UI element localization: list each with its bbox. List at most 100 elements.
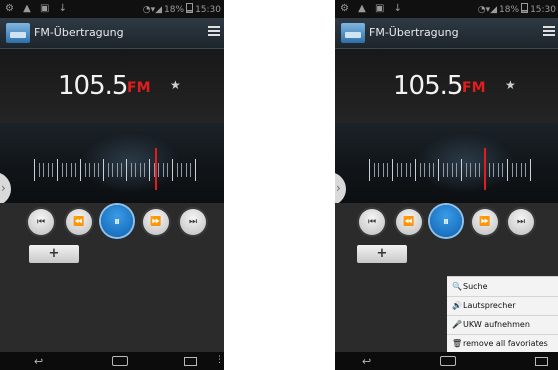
dial-tick	[419, 163, 421, 177]
tuning-dial[interactable]	[0, 123, 224, 203]
wifi-signal-icon: ◔▾◢	[477, 5, 498, 15]
add-favorite-button[interactable]: +	[357, 245, 407, 263]
dial-tick	[80, 159, 81, 181]
dial-tick	[405, 163, 407, 177]
dial-tick	[516, 163, 518, 177]
favorite-star-icon[interactable]: ★	[505, 78, 516, 92]
dial-tick	[401, 163, 403, 177]
dial-tick	[497, 163, 499, 177]
pause-button[interactable]: ⏸	[101, 205, 133, 237]
recent-apps-icon[interactable]	[535, 357, 548, 366]
dial-tick	[135, 163, 137, 177]
dial-tick	[369, 159, 370, 181]
action-bar: FM-Übertragung	[335, 18, 558, 49]
dial-tick	[195, 159, 196, 181]
add-favorite-button[interactable]: +	[29, 245, 79, 263]
status-right: ◔▾◢ 18% 15:30	[143, 3, 221, 15]
back-icon[interactable]: ↩	[362, 355, 371, 368]
forward-button[interactable]: ⏩	[472, 209, 498, 235]
dial-tick	[107, 163, 109, 177]
dial-tick	[392, 159, 393, 181]
menu-item-label: Lautsprecher	[463, 301, 516, 310]
home-icon[interactable]	[112, 356, 128, 366]
dial-tick	[438, 159, 439, 181]
overflow-menu-icon[interactable]: ⋮	[215, 355, 224, 365]
dial-tick	[47, 163, 49, 177]
pause-button[interactable]: ⏸	[430, 205, 462, 237]
options-popup-menu: 🔍Suche 🔊Lautsprecher 🎤UKW aufnehmen 🗑rem…	[447, 276, 558, 353]
app-title: FM-Übertragung	[369, 26, 459, 39]
back-icon[interactable]: ↩	[34, 355, 43, 368]
dial-tick	[61, 163, 63, 177]
tuning-needle[interactable]	[155, 148, 157, 190]
band-label: FM	[127, 80, 151, 96]
menu-item-search[interactable]: 🔍Suche	[447, 277, 558, 297]
dial-tick	[103, 159, 104, 181]
dial-tick	[185, 163, 187, 177]
trash-icon: 🗑	[452, 339, 463, 348]
favorite-star-icon[interactable]: ★	[170, 78, 181, 92]
dial-tick	[461, 159, 462, 181]
dial-tick	[167, 163, 169, 177]
dial-tick	[176, 163, 178, 177]
battery-percent: 18%	[164, 5, 185, 15]
dial-tick	[442, 163, 444, 177]
playback-controls: ⏮ ⏪ ⏸ ⏩ ⏭ +	[0, 203, 224, 353]
dial-tick	[121, 163, 123, 177]
dial-tick	[172, 159, 173, 181]
list-menu-icon[interactable]	[543, 26, 555, 38]
dial-tick	[93, 163, 95, 177]
dial-tick	[387, 163, 389, 177]
search-icon: 🔍	[452, 282, 462, 291]
rewind-button[interactable]: ⏪	[396, 209, 422, 235]
dial-tick	[57, 159, 58, 181]
dial-tick	[511, 163, 513, 177]
previous-station-button[interactable]: ⏮	[359, 209, 385, 235]
list-menu-icon[interactable]	[208, 26, 220, 38]
dial-tick	[530, 159, 531, 181]
dial-tick	[433, 163, 435, 177]
battery-icon	[186, 3, 194, 13]
previous-station-button[interactable]: ⏮	[28, 209, 54, 235]
dial-tick	[181, 163, 183, 177]
next-station-button[interactable]: ⏭	[180, 209, 206, 235]
band-label: FM	[462, 80, 486, 96]
menu-item-remove-favorites[interactable]: 🗑remove all favoriates	[447, 334, 558, 353]
home-icon[interactable]	[440, 356, 456, 366]
dial-tick	[158, 163, 160, 177]
dial-tick	[70, 163, 72, 177]
dial-tick	[378, 163, 380, 177]
dial-tick	[382, 163, 384, 177]
dial-tick	[424, 163, 426, 177]
frequency-value: 105.5	[393, 71, 463, 101]
radio-app-icon	[341, 23, 365, 43]
dial-tick	[465, 163, 467, 177]
speaker-icon: 🔊	[452, 301, 462, 310]
rewind-button[interactable]: ⏪	[66, 209, 92, 235]
battery-icon	[521, 3, 529, 13]
dial-tick	[447, 163, 449, 177]
action-bar: FM-Übertragung	[0, 18, 224, 49]
navigation-bar: ↩ ⋮	[0, 352, 224, 370]
status-bar: ⚙ ▲ ▣ ↓ ◔▾◢ 18% 15:30	[0, 0, 224, 18]
dial-tick	[493, 163, 495, 177]
phone-screen-right: ⚙ ▲ ▣ ↓ ◔▾◢ 18% 15:30 FM-Übertragung 105.5…	[335, 0, 558, 370]
next-station-button[interactable]: ⏭	[508, 209, 534, 235]
tuning-dial[interactable]	[335, 123, 558, 203]
dial-tick	[451, 163, 453, 177]
forward-button[interactable]: ⏩	[143, 209, 169, 235]
status-bar: ⚙ ▲ ▣ ↓ ◔▾◢ 18% 15:30	[335, 0, 558, 18]
status-right: ◔▾◢ 18% 15:30	[478, 3, 556, 15]
dial-tick	[410, 163, 412, 177]
menu-item-record[interactable]: 🎤UKW aufnehmen	[447, 315, 558, 335]
app-title: FM-Übertragung	[34, 26, 124, 39]
menu-item-speaker[interactable]: 🔊Lautsprecher	[447, 296, 558, 316]
frequency-panel: 105.5 FM ★	[335, 49, 558, 123]
dial-tick	[507, 159, 508, 181]
recent-apps-icon[interactable]	[184, 357, 197, 366]
dial-tick	[98, 163, 100, 177]
dial-tick	[149, 159, 150, 181]
dial-tick	[112, 163, 114, 177]
tuning-needle[interactable]	[484, 148, 486, 190]
dial-tick	[38, 163, 40, 177]
